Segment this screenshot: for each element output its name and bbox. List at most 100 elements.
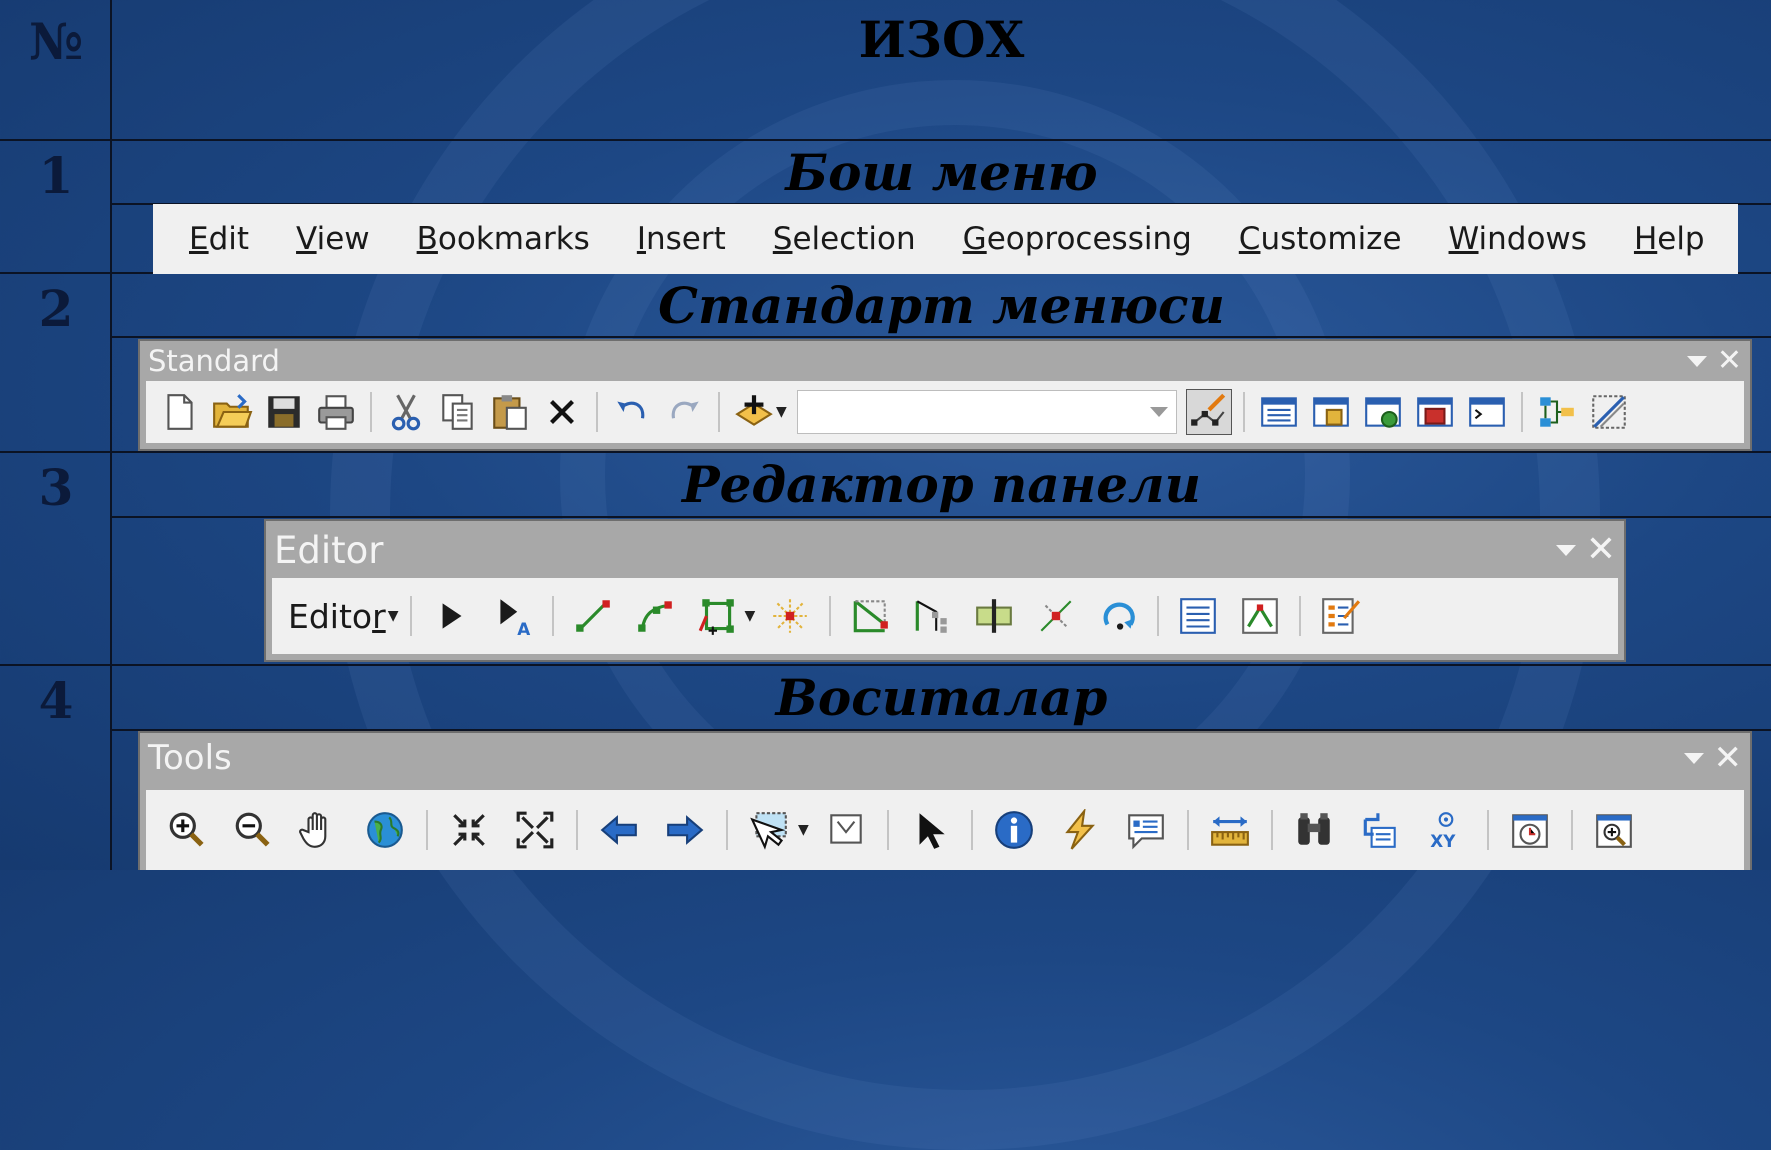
- tools-toolbar-titlebar[interactable]: Tools ✕: [140, 733, 1750, 783]
- reshape-feature-icon[interactable]: [904, 588, 960, 644]
- go-back-arrow-icon[interactable]: [589, 800, 649, 860]
- header-title: ИЗОХ: [858, 10, 1025, 69]
- edit-tool-icon[interactable]: [1586, 389, 1632, 435]
- toolbar-close-icon[interactable]: ✕: [1714, 741, 1743, 775]
- chevron-down-icon[interactable]: ▼: [388, 608, 399, 624]
- toolbar-separator: [596, 392, 598, 432]
- menu-item-customize[interactable]: Customize: [1239, 221, 1402, 257]
- editor-menu-button[interactable]: Editor: [288, 597, 386, 636]
- menu-item-insert[interactable]: Insert: [637, 221, 726, 257]
- standard-toolbar-titlebar[interactable]: Standard ✕: [140, 341, 1750, 381]
- toolbar-separator: [1299, 596, 1302, 636]
- edit-annotation-tool-icon[interactable]: A: [485, 588, 541, 644]
- html-popup-icon[interactable]: [1116, 800, 1176, 860]
- open-folder-icon[interactable]: [209, 389, 255, 435]
- full-extent-globe-icon[interactable]: [355, 800, 415, 860]
- toolbar-separator: [1486, 810, 1489, 850]
- menu-item-geoprocessing[interactable]: Geoprocessing: [963, 221, 1192, 257]
- menu-item-windows[interactable]: Windows: [1449, 221, 1587, 257]
- toolbar-separator: [970, 810, 973, 850]
- redo-icon[interactable]: [661, 389, 707, 435]
- paste-icon[interactable]: [487, 389, 533, 435]
- modelbuilder-icon[interactable]: [1534, 389, 1580, 435]
- menu-mnemonic: V: [296, 221, 317, 257]
- standard-toolbar: Standard ✕ ▼: [138, 339, 1752, 451]
- toolbar-separator: [1157, 596, 1160, 636]
- save-icon[interactable]: [261, 389, 307, 435]
- fixed-zoom-in-icon[interactable]: [439, 800, 499, 860]
- toolbar-options-dropdown-icon[interactable]: [1686, 355, 1707, 367]
- toolbar-close-icon[interactable]: ✕: [1717, 346, 1742, 376]
- copy-icon[interactable]: [435, 389, 481, 435]
- pan-hand-icon[interactable]: [289, 800, 349, 860]
- menu-mnemonic: H: [1633, 221, 1658, 257]
- attributes-icon[interactable]: [1170, 588, 1226, 644]
- clear-selection-icon[interactable]: [816, 800, 876, 860]
- toolbar-options-dropdown-icon[interactable]: [1683, 752, 1704, 764]
- zoom-out-icon[interactable]: [223, 800, 283, 860]
- combo-dropdown-icon[interactable]: [1149, 407, 1168, 417]
- create-features-icon[interactable]: [1312, 588, 1368, 644]
- chevron-down-icon[interactable]: ▼: [776, 404, 787, 420]
- tools-toolbar-buttons: ▼ XY: [146, 790, 1744, 870]
- menu-mnemonic: G: [962, 221, 987, 257]
- menu-label-rest: election: [792, 221, 916, 257]
- go-forward-arrow-icon[interactable]: [655, 800, 715, 860]
- measure-ruler-icon[interactable]: [1200, 800, 1260, 860]
- new-document-icon[interactable]: [157, 389, 203, 435]
- midpoint-tool-icon[interactable]: [762, 588, 818, 644]
- identify-info-icon[interactable]: [984, 800, 1044, 860]
- toolbar-close-icon[interactable]: ✕: [1586, 532, 1616, 568]
- time-slider-icon[interactable]: [1500, 800, 1560, 860]
- menu-item-help[interactable]: Help: [1634, 221, 1705, 257]
- zoom-in-icon[interactable]: [157, 800, 217, 860]
- delete-icon[interactable]: [539, 389, 585, 435]
- edit-vertices-icon[interactable]: [842, 588, 898, 644]
- find-binoculars-icon[interactable]: [1284, 800, 1344, 860]
- end-point-arc-icon[interactable]: [627, 588, 683, 644]
- toolbar-options-dropdown-icon[interactable]: [1555, 544, 1576, 556]
- cut-polygons-icon[interactable]: [966, 588, 1022, 644]
- find-route-icon[interactable]: [1350, 800, 1410, 860]
- editor-toolbar: Editor ✕ Editor ▼ A ▼: [264, 519, 1626, 662]
- print-icon[interactable]: [313, 389, 359, 435]
- trace-polygon-icon[interactable]: [689, 588, 745, 644]
- menu-mnemonic: W: [1448, 221, 1479, 257]
- row-title-main-menu: Бош меню: [785, 143, 1098, 202]
- hyperlink-lightning-icon[interactable]: [1050, 800, 1110, 860]
- menu-label-rest: eoprocessing: [986, 221, 1192, 257]
- row-number: 4: [38, 671, 74, 730]
- add-data-icon[interactable]: [731, 389, 777, 435]
- magnifier-window-icon[interactable]: [1584, 800, 1644, 860]
- map-scale-combobox[interactable]: [796, 390, 1177, 434]
- menu-item-view[interactable]: View: [296, 221, 370, 257]
- menu-item-edit[interactable]: Edit: [189, 221, 249, 257]
- rotate-tool-icon[interactable]: [1090, 588, 1146, 644]
- straight-segment-icon[interactable]: [565, 588, 621, 644]
- arctoolbox-icon[interactable]: [1412, 389, 1458, 435]
- menu-item-bookmarks[interactable]: Bookmarks: [417, 221, 590, 257]
- python-window-icon[interactable]: [1464, 389, 1510, 435]
- go-to-xy-icon[interactable]: XY: [1416, 800, 1476, 860]
- standard-toolbar-title: Standard: [148, 344, 280, 378]
- table-of-contents-icon[interactable]: [1256, 389, 1302, 435]
- chevron-down-icon[interactable]: ▼: [798, 822, 809, 838]
- split-tool-icon[interactable]: [1028, 588, 1084, 644]
- select-elements-arrow-icon[interactable]: [900, 800, 960, 860]
- edit-tool-arrow-icon[interactable]: [423, 588, 479, 644]
- search-window-icon[interactable]: [1360, 389, 1406, 435]
- menu-item-selection[interactable]: Selection: [773, 221, 916, 257]
- editor-menu-mnemonic: r: [372, 596, 386, 636]
- fixed-zoom-out-icon[interactable]: [505, 800, 565, 860]
- menu-label-rest: iew: [316, 221, 370, 257]
- editor-toolbar-toggle-icon[interactable]: [1185, 389, 1232, 435]
- undo-icon[interactable]: [609, 389, 655, 435]
- catalog-window-icon[interactable]: [1308, 389, 1354, 435]
- table-subrow-divider: [110, 336, 1771, 338]
- cut-icon[interactable]: [383, 389, 429, 435]
- select-features-icon[interactable]: [739, 800, 799, 860]
- sketch-properties-icon[interactable]: [1232, 588, 1288, 644]
- editor-toolbar-titlebar[interactable]: Editor ✕: [266, 521, 1624, 579]
- chevron-down-icon[interactable]: ▼: [744, 608, 755, 624]
- toolbar-separator: [410, 596, 413, 636]
